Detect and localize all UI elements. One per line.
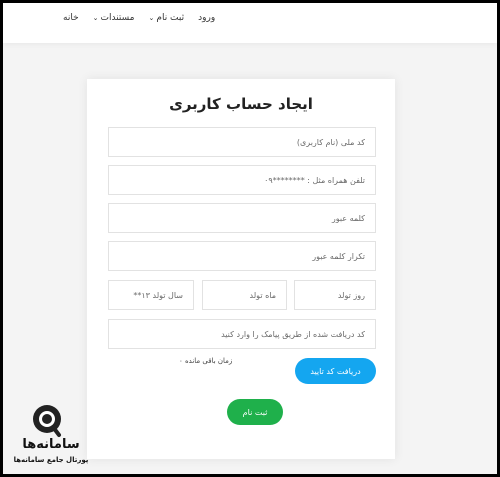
phone-field [108, 165, 376, 195]
sms-code-field [108, 319, 376, 349]
page-title: ایجاد حساب کاربری [169, 95, 313, 113]
get-code-button[interactable]: دریافت کد تایید [295, 358, 376, 384]
nav-home-label: خانه [63, 13, 79, 23]
signup-card: ایجاد حساب کاربری زمان باقی مانده ۰ دریا… [87, 79, 395, 459]
countdown-timer: زمان باقی مانده ۰ [179, 357, 233, 365]
chevron-down-icon: ⌄ [148, 13, 155, 22]
birth-month-input[interactable] [203, 281, 286, 309]
magnifier-logo-icon [33, 405, 61, 437]
national-code-field [108, 127, 376, 157]
phone-input[interactable] [109, 166, 375, 194]
password-input[interactable] [109, 204, 375, 232]
nav-signup[interactable]: ثبت نام ⌄ [149, 13, 185, 23]
national-code-input[interactable] [109, 128, 375, 156]
birth-day-field [294, 280, 376, 310]
nav-signup-label: ثبت نام [156, 13, 185, 23]
password-repeat-field [108, 241, 376, 271]
register-button[interactable]: ثبت نام [227, 399, 283, 425]
nav-login[interactable]: ورود [198, 13, 215, 23]
birth-month-field [202, 280, 287, 310]
birth-day-input[interactable] [295, 281, 375, 309]
nav-home[interactable]: خانه [63, 13, 79, 23]
nav-docs-label: مستندات [100, 13, 135, 23]
page: خانه مستندات ⌄ ثبت نام ⌄ ورود ایجاد حساب ک… [3, 3, 497, 474]
watermark-logo: سامانه‌ها پورتال جامع سامانه‌ها [5, 403, 97, 473]
birth-year-input[interactable] [109, 281, 193, 309]
chevron-down-icon: ⌄ [92, 13, 99, 22]
birth-year-field [108, 280, 194, 310]
password-repeat-input[interactable] [109, 242, 375, 270]
password-field [108, 203, 376, 233]
main-nav: خانه مستندات ⌄ ثبت نام ⌄ ورود [63, 13, 215, 23]
sms-code-input[interactable] [109, 320, 375, 348]
nav-login-label: ورود [198, 13, 216, 23]
watermark-name: سامانه‌ها [22, 437, 80, 452]
nav-docs[interactable]: مستندات ⌄ [93, 13, 135, 23]
top-navbar: خانه مستندات ⌄ ثبت نام ⌄ ورود [3, 3, 497, 43]
watermark-subtitle: پورتال جامع سامانه‌ها [13, 456, 89, 464]
